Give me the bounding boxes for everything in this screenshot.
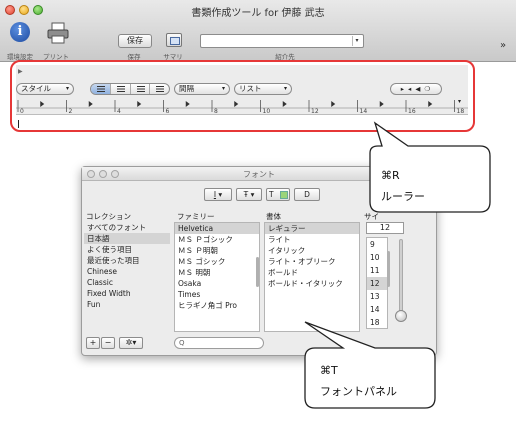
family-item[interactable]: ＭＳ 明朝 <box>175 267 259 278</box>
underline-glyph: I <box>213 190 217 199</box>
font-panel-callout-label: フォントパネル <box>320 385 397 398</box>
document-color-glyph: D <box>304 190 310 199</box>
window-titlebar: 書類作成ツール for 伊藤 武志 i 保存 ▾ » 環境設定 プリント 保存 … <box>0 0 516 62</box>
family-item[interactable]: ＭＳ ゴシック <box>175 256 259 267</box>
strike-glyph: Ŧ <box>243 190 249 199</box>
toolbar-overflow-button[interactable]: » <box>500 40 506 51</box>
gear-icon[interactable]: ✲▾ <box>119 337 143 349</box>
collection-list[interactable]: すべてのフォント 日本語 よく使う項目 最近使った項目 Chinese Classic Fi… <box>84 222 170 310</box>
add-collection-button[interactable]: + <box>86 337 100 349</box>
typeface-list[interactable]: レギュラー ライト イタリック ライト・オブリーク ボールド ボールド・イタリック <box>264 222 360 332</box>
size-item[interactable]: 9 <box>367 238 387 251</box>
text-color-button[interactable]: T <box>266 188 290 201</box>
family-item[interactable]: ＭＳ Ｐ明朝 <box>175 245 259 256</box>
family-header: ファミリー <box>177 212 215 221</box>
size-item[interactable]: 14 <box>367 303 387 316</box>
family-list[interactable]: Helvetica ＭＳ Ｐゴシック ＭＳ Ｐ明朝 ＭＳ ゴシック ＭＳ 明朝 Osaka… <box>174 222 260 332</box>
printer-icon[interactable] <box>47 22 69 44</box>
typeface-item[interactable]: ボールド <box>265 267 359 278</box>
collection-item[interactable]: 最近使った項目 <box>84 255 170 266</box>
info-icon[interactable]: i <box>10 22 30 42</box>
font-search-input[interactable]: Q <box>174 337 264 349</box>
size-slider[interactable] <box>399 239 403 321</box>
typeface-item[interactable]: イタリック <box>265 245 359 256</box>
search-icon: Q <box>179 339 185 347</box>
font-panel-shortcut: ⌘T <box>320 364 338 377</box>
save-button[interactable]: 保存 <box>118 34 152 48</box>
typeface-item[interactable]: ボールド・イタリック <box>265 278 359 289</box>
family-item[interactable]: Helvetica <box>175 223 259 234</box>
ruler-shortcut: ⌘R <box>381 169 400 182</box>
collection-item[interactable]: Chinese <box>84 266 170 277</box>
text-color-swatch <box>280 191 288 199</box>
collection-item[interactable]: 日本語 <box>84 233 170 244</box>
ruler-callout-label: ルーラー <box>381 190 425 203</box>
summary-icon[interactable] <box>166 33 182 47</box>
introduction-destination-field[interactable]: ▾ <box>200 34 364 48</box>
size-item[interactable]: 12 <box>367 277 387 290</box>
text-color-glyph: T <box>269 190 274 199</box>
collection-item[interactable]: Classic <box>84 277 170 288</box>
chevron-down-icon[interactable]: ▾ <box>352 36 361 46</box>
typeface-header: 書体 <box>266 212 281 221</box>
document-color-button[interactable]: D <box>294 188 320 201</box>
family-list-scrollbar[interactable] <box>256 257 259 287</box>
family-item[interactable]: Times <box>175 289 259 300</box>
size-input[interactable]: 12 <box>366 222 404 234</box>
family-item[interactable]: ＭＳ Ｐゴシック <box>175 234 259 245</box>
family-item[interactable]: Osaka <box>175 278 259 289</box>
collection-item[interactable]: すべてのフォント <box>84 222 170 233</box>
collection-header: コレクション <box>86 212 131 221</box>
typeface-item[interactable]: ライト・オブリーク <box>265 256 359 267</box>
typeface-item[interactable]: ライト <box>265 234 359 245</box>
remove-collection-button[interactable]: − <box>101 337 115 349</box>
collection-item[interactable]: よく使う項目 <box>84 244 170 255</box>
family-item[interactable]: ヒラギノ角ゴ Pro <box>175 300 259 311</box>
size-item[interactable]: 10 <box>367 251 387 264</box>
collection-item[interactable]: Fixed Width <box>84 288 170 299</box>
chevron-down-icon: ▾ <box>250 190 255 199</box>
strikethrough-button[interactable]: Ŧ ▾ <box>236 188 262 201</box>
size-item[interactable]: 11 <box>367 264 387 277</box>
window-title: 書類作成ツール for 伊藤 武志 <box>191 8 325 19</box>
chevron-down-icon: ▾ <box>218 190 223 199</box>
size-item[interactable]: 13 <box>367 290 387 303</box>
size-list-scrollbar[interactable] <box>387 251 390 287</box>
underline-button[interactable]: I ▾ <box>204 188 232 201</box>
typeface-item[interactable]: レギュラー <box>265 223 359 234</box>
collection-item[interactable]: Fun <box>84 299 170 310</box>
size-list[interactable]: 9 10 11 12 13 14 18 <box>366 237 388 329</box>
